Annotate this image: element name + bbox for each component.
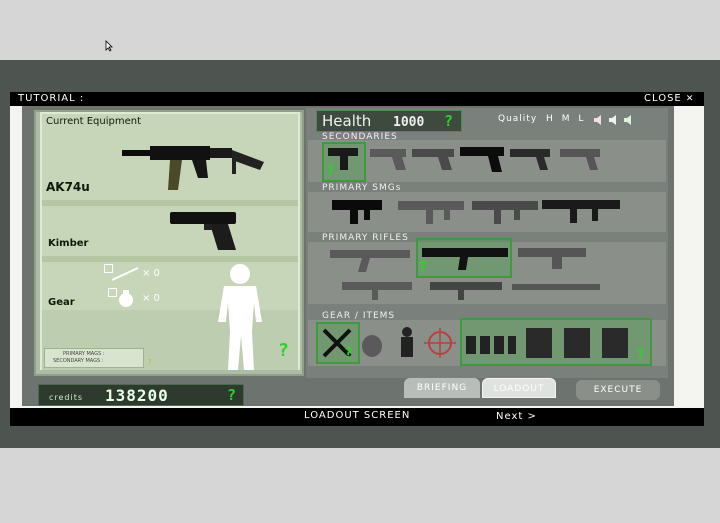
smgs-title: PRIMARY SMGs	[322, 183, 402, 193]
kimber-image	[170, 212, 236, 250]
soldier-figure-icon[interactable]	[394, 326, 420, 360]
close-button[interactable]: CLOSE ✕	[644, 93, 694, 104]
screen-name: LOADOUT SCREEN	[304, 410, 411, 421]
vest-3-icon[interactable]	[598, 322, 632, 362]
gear-title: GEAR / ITEMS	[322, 311, 396, 321]
credits-help-icon[interactable]: ?	[227, 386, 236, 404]
volume-controls[interactable]	[592, 114, 642, 126]
vest-1-icon[interactable]	[522, 322, 556, 362]
secondary-weapon-4-icon[interactable]	[458, 144, 506, 174]
health-box: Health 1000 ?	[316, 110, 462, 132]
smg-1-icon[interactable]	[328, 196, 388, 226]
vest-help-icon[interactable]: ?	[636, 346, 645, 364]
secondary-weapon-2-icon[interactable]	[368, 146, 408, 172]
secondary-weapon-1-icon[interactable]	[326, 146, 362, 172]
soldier-silhouette-icon	[218, 264, 262, 370]
health-label: Health	[322, 112, 372, 130]
volume-low-icon	[594, 115, 601, 125]
title-bar: TUTORIAL : CLOSE ✕	[10, 92, 704, 106]
smg-3-icon[interactable]	[470, 196, 542, 226]
rifle-3-icon[interactable]	[516, 242, 588, 272]
rifles-title: PRIMARY RIFLES	[322, 233, 409, 243]
quality-control: Quality H M L	[498, 114, 584, 124]
health-value: 1000	[393, 115, 425, 130]
gear-count-2: × 0	[142, 293, 160, 304]
gear-help-icon[interactable]: ?	[344, 344, 353, 362]
scope-icon[interactable]	[422, 326, 458, 360]
loadout-tab[interactable]: LOADOUT	[482, 378, 556, 398]
secondary-weapon-5-icon[interactable]	[508, 146, 552, 172]
ak74u-image	[122, 146, 264, 190]
rifle-4-icon[interactable]	[340, 276, 414, 302]
credits-label: credits	[49, 393, 84, 402]
volume-high-icon	[624, 115, 631, 125]
quality-label: Quality	[498, 114, 538, 124]
next-button[interactable]: Next >	[496, 411, 537, 422]
rifle-1-icon[interactable]	[328, 244, 412, 274]
x-icon: ✕	[685, 94, 695, 104]
volume-mid-icon	[609, 115, 616, 125]
pouches-icon[interactable]	[464, 326, 518, 360]
mags-box: PRIMARY MAGS : SECONDARY MAGS :	[44, 348, 144, 368]
secondaries-title: SECONDARIES	[322, 132, 398, 142]
gear-count-1: × 0	[142, 268, 160, 279]
secondary-weapon-6-icon[interactable]	[558, 146, 602, 172]
primary-weapon-name: AK74u	[46, 180, 90, 194]
quality-medium-button[interactable]: M	[562, 114, 571, 124]
rifle-2-icon[interactable]	[420, 242, 510, 272]
tutorial-label: TUTORIAL :	[18, 93, 85, 104]
primary-mags-label: PRIMARY MAGS :	[63, 351, 105, 357]
credits-box: credits 138200 ?	[38, 384, 244, 406]
rifle-6-icon[interactable]	[510, 278, 602, 300]
secondary-weapon-3-icon[interactable]	[410, 146, 456, 172]
secondary-mags-label: SECONDARY MAGS :	[53, 358, 104, 364]
briefing-tab[interactable]: BRIEFING	[404, 378, 480, 398]
mouse-cursor-icon	[105, 40, 113, 52]
mags-help[interactable]: ?	[148, 358, 152, 366]
footer-bar: LOADOUT SCREEN Next >	[10, 408, 704, 426]
health-help-icon[interactable]: ?	[444, 112, 453, 130]
vest-2-icon[interactable]	[560, 322, 594, 362]
smg-2-icon[interactable]	[396, 196, 468, 226]
quality-high-button[interactable]: H	[546, 114, 554, 124]
knife-icon	[111, 267, 139, 281]
gear-label: Gear	[48, 297, 75, 308]
quality-low-button[interactable]: L	[578, 114, 584, 124]
canteen-icon[interactable]	[360, 332, 384, 358]
grenade-icon	[119, 290, 133, 307]
close-label: CLOSE	[644, 93, 682, 104]
current-equipment-title: Current Equipment	[46, 116, 142, 127]
help-icon[interactable]: ?	[278, 340, 289, 361]
rifle-5-icon[interactable]	[428, 276, 504, 302]
game-stage: TUTORIAL : CLOSE ✕ Current Equipment AK7…	[0, 0, 720, 523]
secondary-weapon-name: Kimber	[48, 238, 89, 249]
smg-4-icon[interactable]	[540, 194, 624, 226]
divider	[42, 200, 298, 206]
execute-button[interactable]: EXECUTE	[576, 380, 660, 400]
credits-value: 138200	[105, 386, 169, 405]
